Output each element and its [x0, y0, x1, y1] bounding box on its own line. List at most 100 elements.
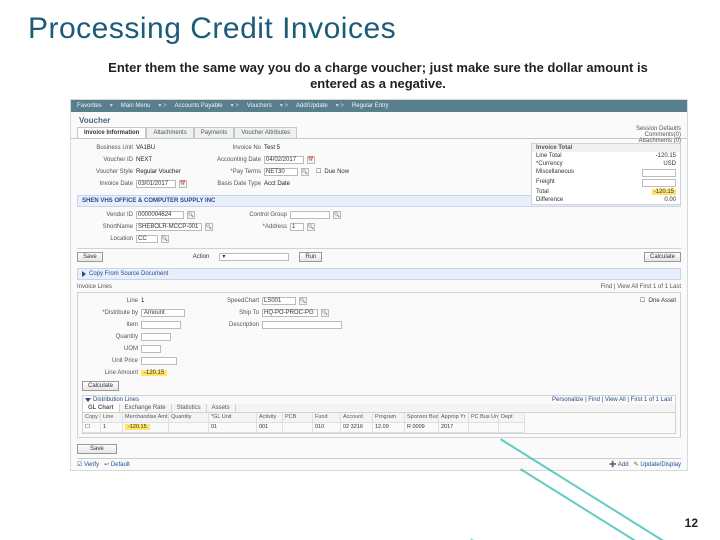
nav-addupdate[interactable]: Add/Update [296, 103, 328, 109]
add-icon[interactable]: ➕ [609, 462, 616, 468]
default-link[interactable]: Default [111, 462, 130, 468]
search-icon[interactable]: 🔍 [301, 168, 309, 176]
vendor-id-input[interactable]: 0000004624 [136, 211, 184, 219]
verify-icon[interactable]: ☑ [77, 462, 82, 468]
pay-terms-input[interactable]: NET30 [264, 168, 298, 176]
dist-nav[interactable]: Personalize | Find | View All | First 1 … [552, 397, 672, 403]
calendar-icon[interactable]: 📅 [307, 156, 315, 164]
slide-title: Processing Credit Invoices [28, 12, 692, 46]
tab-attachments[interactable]: Attachments [146, 127, 193, 138]
total-value-highlight: -120.15 [652, 189, 676, 195]
add-link[interactable]: Add [618, 462, 629, 468]
calculate-button[interactable]: Calculate [644, 252, 681, 262]
action-label: Action [193, 254, 210, 260]
cell-glunit[interactable]: 01 [209, 423, 257, 433]
due-now-label: Due Now [324, 169, 349, 175]
cell-program[interactable]: 12.09 [373, 423, 405, 433]
cell-account[interactable]: 02 3216 [341, 423, 373, 433]
address-label: *Address [231, 224, 287, 230]
cell-pcb[interactable] [283, 423, 313, 433]
short-name-input[interactable]: SHEBOLR-MCCP-001 [136, 223, 202, 231]
dist-tab-stats[interactable]: Statistics [172, 404, 207, 412]
description-input[interactable] [262, 321, 342, 329]
speedchart-input[interactable]: LS001 [262, 297, 296, 305]
misc-input[interactable] [642, 169, 676, 177]
footer-bar: ☑ Verify ↩ Default ➕ Add ✎ Update/Displa… [77, 458, 681, 468]
one-asset-checkbox[interactable]: ☐ [640, 297, 645, 304]
basis-date-value: Acct Date [264, 181, 290, 187]
address-input[interactable]: 1 [290, 223, 304, 231]
verify-link[interactable]: Verify [84, 462, 99, 468]
dist-tab-exchange[interactable]: Exchange Rate [120, 404, 172, 412]
item-label: Item [82, 322, 138, 328]
tab-payments[interactable]: Payments [194, 127, 235, 138]
search-icon[interactable]: 🔍 [161, 235, 169, 243]
line-total-label: Line Total [536, 153, 562, 159]
search-icon[interactable]: 🔍 [299, 297, 307, 305]
nav-main-menu[interactable]: Main Menu [121, 103, 151, 109]
save-button-bottom[interactable]: Save [77, 444, 117, 454]
action-select[interactable]: ▾ [219, 253, 289, 261]
dist-tab-assets[interactable]: Assets [207, 404, 236, 412]
copy-from-source-bar[interactable]: Copy From Source Document [77, 268, 681, 280]
col-approp: Approp Yr [439, 413, 469, 423]
dist-grid: Copy Down Line Merchandise Amt Quantity … [83, 413, 675, 433]
invoice-date-input[interactable]: 03/01/2017 [136, 180, 176, 188]
cell-pcbu[interactable] [469, 423, 499, 433]
item-input[interactable] [141, 321, 181, 329]
nav-regentry[interactable]: Regular Entry [352, 103, 389, 109]
freight-label: Freight [536, 179, 555, 187]
due-now-checkbox[interactable]: ☐ [316, 168, 321, 175]
speedchart-label: SpeedChart [203, 298, 259, 304]
currency-value: USD [663, 161, 676, 167]
col-sponsor: Sponsor Budget [405, 413, 439, 423]
cell-approp[interactable]: 2017 [439, 423, 469, 433]
search-icon[interactable]: 🔍 [205, 223, 213, 231]
dist-by-select[interactable]: Amount [141, 309, 185, 317]
cell-dept[interactable] [499, 423, 525, 433]
cell-fund[interactable]: 010 [313, 423, 341, 433]
default-icon[interactable]: ↩ [104, 462, 109, 468]
unit-price-input[interactable] [141, 357, 177, 365]
voucher-tabs: Invoice Information Attachments Payments… [71, 127, 687, 139]
acct-date-input[interactable]: 04/02/2017 [264, 156, 304, 164]
cell-amt-highlight[interactable]: -120.15 [123, 423, 169, 433]
tab-invoice-info[interactable]: Invoice Information [77, 127, 146, 138]
invoice-no-label: Invoice No [205, 145, 261, 151]
search-icon[interactable]: 🔍 [187, 211, 195, 219]
nav-ap[interactable]: Accounts Payable [175, 103, 223, 109]
run-button[interactable]: Run [299, 252, 322, 262]
nav-vouchers[interactable]: Vouchers [247, 103, 272, 109]
cell-line: 1 [101, 423, 123, 433]
calendar-icon[interactable]: 📅 [179, 180, 187, 188]
line-calculate-button[interactable]: Calculate [82, 381, 119, 391]
cell-sponsor[interactable]: R 0009 [405, 423, 439, 433]
col-line: Line [101, 413, 123, 423]
search-icon[interactable]: 🔍 [321, 309, 329, 317]
nav-favorites[interactable]: Favorites [77, 103, 102, 109]
uom-input[interactable] [141, 345, 161, 353]
save-button[interactable]: Save [77, 252, 103, 262]
invoice-lines-nav[interactable]: Find | View All First 1 of 1 Last [601, 284, 681, 290]
ship-to-input[interactable]: HQ-PO-PROC-PG [262, 309, 318, 317]
col-qty: Quantity [169, 413, 209, 423]
location-input[interactable]: CC [136, 235, 158, 243]
search-icon[interactable]: 🔍 [333, 211, 341, 219]
update-link[interactable]: Update/Display [640, 462, 681, 468]
dist-tab-glchart[interactable]: GL Chart [83, 404, 120, 412]
control-group-input[interactable] [290, 211, 330, 219]
voucher-id-value: NEXT [136, 157, 152, 163]
unit-price-label: Unit Price [82, 358, 138, 364]
col-copy: Copy Down [83, 413, 101, 423]
invoice-date-label: Invoice Date [77, 181, 133, 187]
tab-voucher-attr[interactable]: Voucher Attributes [234, 127, 297, 138]
line-total-value: -120.15 [656, 153, 676, 159]
cell-qty[interactable] [169, 423, 209, 433]
update-icon[interactable]: ✎ [634, 462, 639, 468]
cell-copy[interactable]: ☐ [83, 423, 101, 433]
freight-input[interactable] [642, 179, 676, 187]
session-defaults-link[interactable]: Session Defaults [636, 126, 681, 132]
quantity-input[interactable] [141, 333, 171, 341]
search-icon[interactable]: 🔍 [307, 223, 315, 231]
cell-activity[interactable]: 001 [257, 423, 283, 433]
